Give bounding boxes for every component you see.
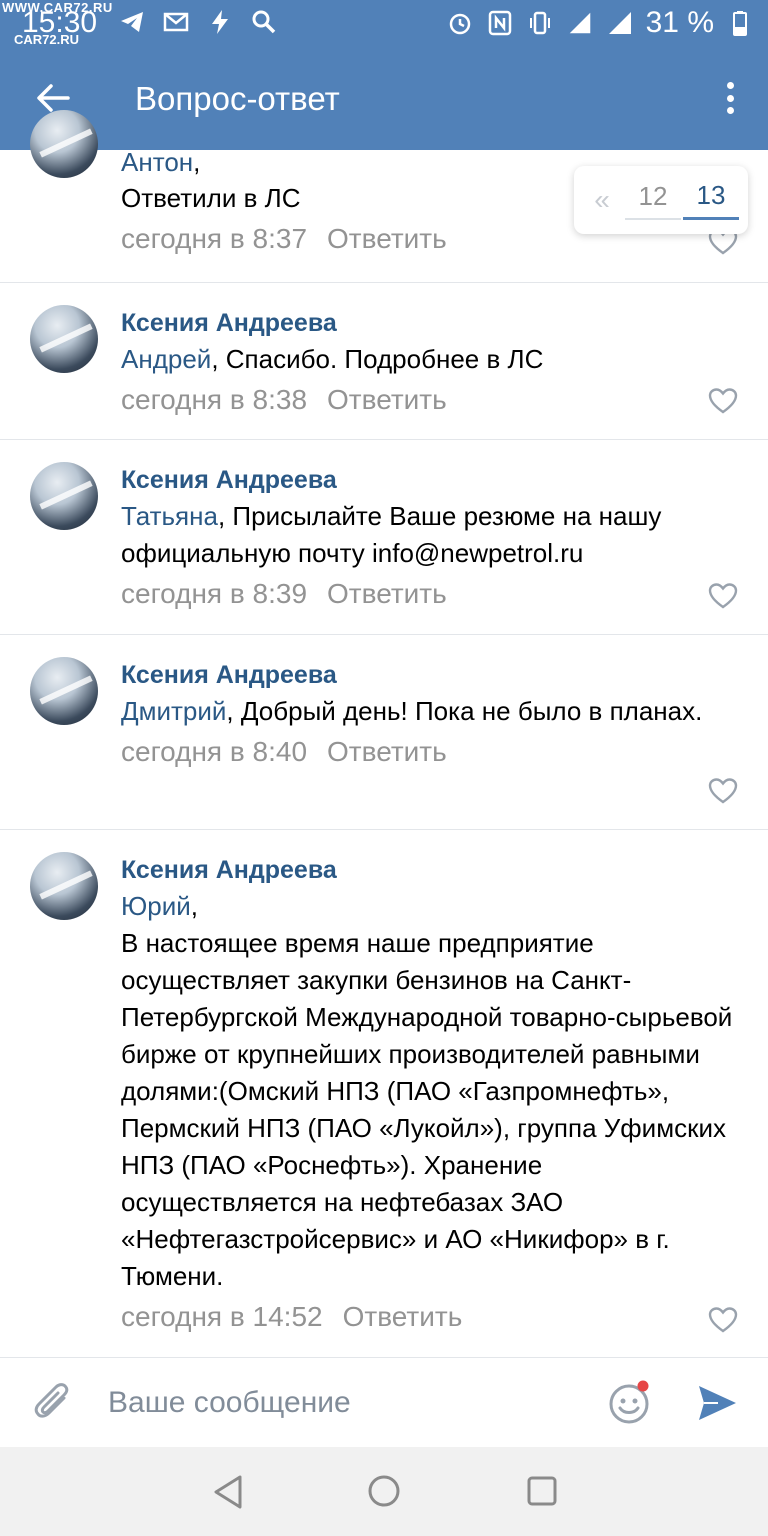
comment-item: Ксения Андреева Дмитрий, Добрый день! По… <box>0 635 768 830</box>
comment-time[interactable]: сегодня в 8:39 <box>121 578 307 609</box>
avatar[interactable] <box>30 305 98 373</box>
comment-author[interactable]: Ксения Андреева <box>121 305 738 341</box>
comments-list: Антон, Ответили в ЛС сегодня в 8:37 Ответ… <box>0 110 768 1358</box>
circle-home-icon <box>368 1475 400 1507</box>
comment-author[interactable]: Ксения Андреева <box>121 462 738 498</box>
lightning-icon <box>206 8 234 36</box>
comment-text: В настоящее время наше предприятие осуще… <box>121 928 733 1291</box>
comment-item: Ксения Андреева Юрий, В настоящее время … <box>0 830 768 1358</box>
pagination-page-active[interactable]: 13 <box>683 180 739 220</box>
triangle-back-icon <box>214 1475 242 1509</box>
emoji-button[interactable] <box>608 1380 654 1426</box>
status-system-icons: 31 % <box>446 6 754 40</box>
square-recents-icon <box>527 1476 557 1506</box>
nav-back-button[interactable] <box>210 1473 246 1511</box>
comment-mention[interactable]: Юрий <box>121 891 191 921</box>
comment-mention[interactable]: Дмитрий <box>121 696 226 726</box>
heart-icon <box>708 583 738 609</box>
pagination: « 12 13 <box>574 166 748 234</box>
comment-item: Ксения Андреева Андрей, Спасибо. Подробн… <box>0 283 768 440</box>
mail-icon <box>162 8 190 36</box>
like-button[interactable] <box>708 582 738 610</box>
reply-button[interactable]: Ответить <box>327 736 447 767</box>
comment-time[interactable]: сегодня в 8:38 <box>121 384 307 415</box>
heart-icon <box>708 388 738 414</box>
system-nav-bar <box>0 1447 768 1536</box>
comment-mention[interactable]: Антон <box>121 147 193 177</box>
comment-text: , Добрый день! Пока не было в планах. <box>226 696 703 726</box>
comment-time[interactable]: сегодня в 14:52 <box>121 1301 323 1332</box>
nav-recents-button[interactable] <box>526 1475 558 1507</box>
signal-4g-icon <box>566 9 594 37</box>
attach-button[interactable] <box>34 1380 74 1426</box>
comment-mention[interactable]: Татьяна <box>121 501 218 531</box>
reply-button[interactable]: Ответить <box>327 384 447 415</box>
avatar[interactable] <box>30 462 98 530</box>
app-header: WWW.CAR72.RU 15:30 CAR72.RU 31 % Вопрос-… <box>0 0 768 150</box>
comment-author[interactable]: Ксения Андреева <box>121 852 738 888</box>
message-composer <box>0 1357 768 1447</box>
comment-item: Ксения Андреева Татьяна, Присылайте Ваше… <box>0 440 768 635</box>
send-icon <box>699 1386 736 1420</box>
dot-icon <box>726 107 734 114</box>
nfc-icon <box>486 9 514 37</box>
like-button[interactable] <box>708 777 738 805</box>
send-button[interactable] <box>696 1382 738 1424</box>
more-menu-button[interactable] <box>720 78 740 118</box>
page-title: Вопрос-ответ <box>135 80 340 117</box>
comment-time[interactable]: сегодня в 8:37 <box>121 223 307 254</box>
signal-icon <box>606 9 634 37</box>
comment-punct: , <box>193 147 201 177</box>
reply-button[interactable]: Ответить <box>327 223 447 254</box>
reply-button[interactable]: Ответить <box>343 1301 463 1332</box>
dot-icon <box>726 94 734 102</box>
telegram-icon <box>118 8 146 36</box>
alarm-icon <box>446 9 474 37</box>
search-icon <box>250 8 278 36</box>
reply-button[interactable]: Ответить <box>327 578 447 609</box>
pagination-page[interactable]: 12 <box>625 181 681 220</box>
arrow-left-icon <box>37 84 70 112</box>
like-button[interactable] <box>708 387 738 415</box>
vibrate-icon <box>526 9 554 37</box>
comment-time[interactable]: сегодня в 8:40 <box>121 736 307 767</box>
pagination-prev-button[interactable]: « <box>580 184 624 216</box>
battery-percent: 31 % <box>645 6 714 39</box>
status-notifications <box>118 8 278 36</box>
like-button[interactable] <box>708 1306 738 1334</box>
smile-icon <box>609 1380 649 1424</box>
status-bar: WWW.CAR72.RU 15:30 CAR72.RU 31 % <box>0 0 768 48</box>
comment-mention[interactable]: Андрей <box>121 344 211 374</box>
watermark-logo: CAR72.RU <box>14 32 80 47</box>
heart-icon <box>708 1307 738 1333</box>
dot-icon <box>726 82 734 89</box>
comment-text: , Спасибо. Подробнее в ЛС <box>211 344 544 374</box>
comment-author[interactable]: Ксения Андреева <box>121 657 738 693</box>
avatar[interactable] <box>30 852 98 920</box>
battery-icon <box>726 9 754 37</box>
message-input[interactable] <box>108 1380 548 1426</box>
paperclip-icon <box>34 1383 69 1418</box>
nav-home-button[interactable] <box>366 1473 402 1509</box>
comment-punct: , <box>190 891 199 921</box>
avatar[interactable] <box>30 657 98 725</box>
avatar[interactable] <box>30 110 98 178</box>
heart-icon <box>708 778 738 804</box>
